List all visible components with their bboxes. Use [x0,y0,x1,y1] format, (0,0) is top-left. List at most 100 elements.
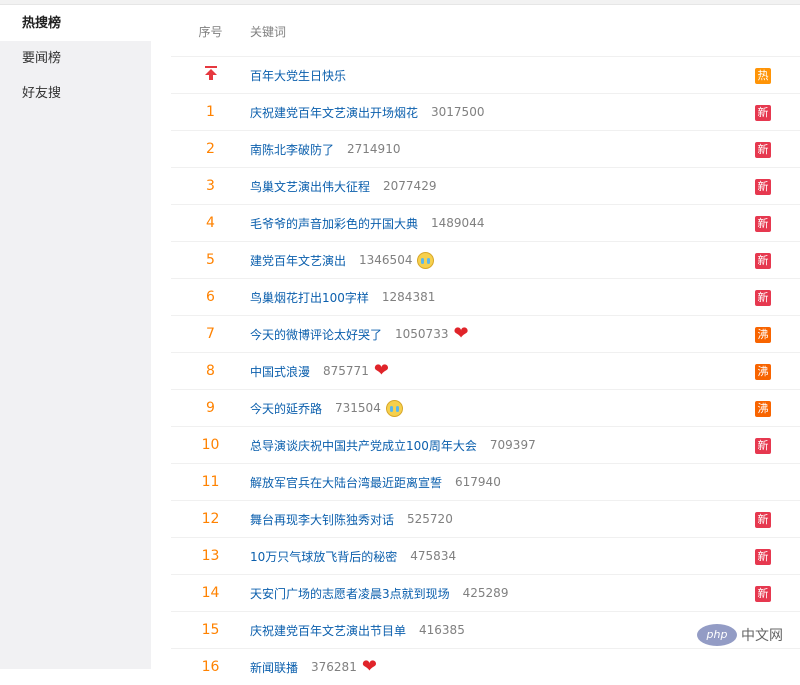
heart-icon: ❤ [361,656,377,677]
keyword-link[interactable]: 舞台再现李大钊陈独秀对话 [250,511,394,528]
search-count: 525720 [407,512,453,526]
new-badge: 新 [755,290,771,306]
table-row: 百年大党生日快乐 热 [171,56,800,93]
rank-number: 2 [206,141,215,157]
keyword-link[interactable]: 10万只气球放飞背后的秘密 [250,548,397,565]
keyword-cell: 解放军官兵在大陆台湾最近距离宣誓 617940 [250,474,501,491]
table-row: 1 庆祝建党百年文艺演出开场烟花 3017500 新 [171,93,800,130]
keyword-link[interactable]: 总导演谈庆祝中国共产党成立100周年大会 [250,437,477,454]
pin-top-icon [204,66,218,80]
top-border [0,0,800,5]
search-count: 475834 [410,549,457,563]
pinned-top-icon [171,66,250,84]
keyword-link[interactable]: 中国式浪漫 [250,363,310,380]
table-row: 16 新闻联播 376281 ❤ [171,648,800,685]
keyword-cell: 今天的延乔路 731504 [250,399,403,417]
keyword-cell: 总导演谈庆祝中国共产党成立100周年大会 709397 [250,437,536,454]
keyword-link[interactable]: 天安门广场的志愿者凌晨3点就到现场 [250,585,450,602]
keyword-link[interactable]: 今天的微博评论太好哭了 [250,326,382,343]
search-count: 2077429 [383,179,437,193]
keyword-cell: 中国式浪漫 875771 ❤ [250,362,389,380]
table-row: 10 总导演谈庆祝中国共产党成立100周年大会 709397 新 [171,426,800,463]
rank-number: 14 [201,585,220,601]
table-row: 14 天安门广场的志愿者凌晨3点就到现场 425289 新 [171,574,800,611]
table-row: 12 舞台再现李大钊陈独秀对话 525720 新 [171,500,800,537]
table-row: 8 中国式浪漫 875771 ❤ 沸 [171,352,800,389]
new-badge: 新 [755,105,771,121]
keyword-link[interactable]: 今天的延乔路 [250,400,322,417]
heart-icon: ❤ [373,360,389,381]
keyword-link[interactable]: 南陈北李破防了 [250,141,334,158]
sidebar: 热搜榜 要闻榜 好友搜 [0,6,151,669]
search-count: 3017500 [431,105,485,119]
table-row: 13 10万只气球放飞背后的秘密 475834 新 [171,537,800,574]
keyword-link[interactable]: 庆祝建党百年文艺演出开场烟花 [250,104,418,121]
search-count: 1346504 [359,253,413,267]
hot-search-table: 序号 关键词 百年大党生日快乐热 1 庆祝建党百年文艺演出开场烟花 3017500 新 2… [171,6,800,685]
table-header: 序号 关键词 [171,6,800,56]
table-row: 6 鸟巢烟花打出100字样 1284381 新 [171,278,800,315]
boiling-badge: 沸 [755,364,771,380]
keyword-link[interactable]: 新闻联播 [250,659,298,676]
keyword-link[interactable]: 毛爷爷的声音加彩色的开国大典 [250,215,418,232]
keyword-link[interactable]: 解放军官兵在大陆台湾最近距离宣誓 [250,474,442,491]
heart-icon: ❤ [453,323,469,344]
boiling-badge: 沸 [755,401,771,417]
sidebar-item-hot-search[interactable]: 热搜榜 [0,6,151,41]
table-row: 7 今天的微博评论太好哭了 1050733 ❤ 沸 [171,315,800,352]
rank-number: 15 [201,622,220,638]
new-badge: 新 [755,549,771,565]
php-logo: php [697,624,737,646]
new-badge: 新 [755,438,771,454]
new-badge: 新 [755,179,771,195]
keyword-link[interactable]: 百年大党生日快乐 [250,67,346,84]
search-count: 416385 [419,623,465,637]
watermark-text: 中文网 [741,628,783,644]
crying-emoji-icon [385,399,403,417]
rank-number: 6 [206,289,215,305]
keyword-link[interactable]: 建党百年文艺演出 [250,252,346,269]
table-row: 2 南陈北李破防了 2714910 新 [171,130,800,167]
hot-badge: 热 [755,68,771,84]
rank-number: 4 [206,215,215,231]
keyword-link[interactable]: 鸟巢文艺演出伟大征程 [250,178,370,195]
keyword-cell: 百年大党生日快乐 [250,67,346,84]
boiling-badge: 沸 [755,327,771,343]
new-badge: 新 [755,142,771,158]
search-count: 2714910 [347,142,401,156]
column-header-rank: 序号 [198,24,223,39]
sidebar-item-friends[interactable]: 好友搜 [0,76,151,111]
search-count: 731504 [335,401,381,415]
rank-number: 16 [201,659,220,675]
keyword-cell: 毛爷爷的声音加彩色的开国大典 1489044 [250,215,484,232]
search-count: 709397 [489,438,536,452]
search-count: 1284381 [381,290,436,304]
keyword-cell: 天安门广场的志愿者凌晨3点就到现场 425289 [250,585,508,602]
rank-number: 12 [201,511,220,527]
column-header-keyword: 关键词 [250,24,287,39]
keyword-link[interactable]: 鸟巢烟花打出100字样 [250,289,369,306]
search-count: 1489044 [431,216,485,230]
new-badge: 新 [755,253,771,269]
watermark: php 中文网 [697,624,783,646]
rank-number: 5 [206,252,215,268]
rank-number: 8 [206,363,215,379]
new-badge: 新 [755,216,771,232]
keyword-cell: 今天的微博评论太好哭了 1050733 ❤ [250,325,469,343]
table-row: 4 毛爷爷的声音加彩色的开国大典 1489044 新 [171,204,800,241]
keyword-link[interactable]: 庆祝建党百年文艺演出节目单 [250,622,406,639]
search-count: 617940 [455,475,501,489]
keyword-cell: 鸟巢烟花打出100字样 1284381 [250,289,435,306]
table-row: 3 鸟巢文艺演出伟大征程 2077429 新 [171,167,800,204]
sidebar-item-news[interactable]: 要闻榜 [0,41,151,76]
search-count: 875771 [323,364,369,378]
keyword-cell: 新闻联播 376281 ❤ [250,658,377,676]
new-badge: 新 [755,512,771,528]
table-row: 5 建党百年文艺演出 1346504 新 [171,241,800,278]
rank-number: 10 [201,437,220,453]
search-count: 425289 [462,586,509,600]
rank-number: 9 [206,400,215,416]
keyword-cell: 舞台再现李大钊陈独秀对话 525720 [250,511,453,528]
rank-number: 3 [206,178,215,194]
keyword-cell: 庆祝建党百年文艺演出开场烟花 3017500 [250,104,484,121]
